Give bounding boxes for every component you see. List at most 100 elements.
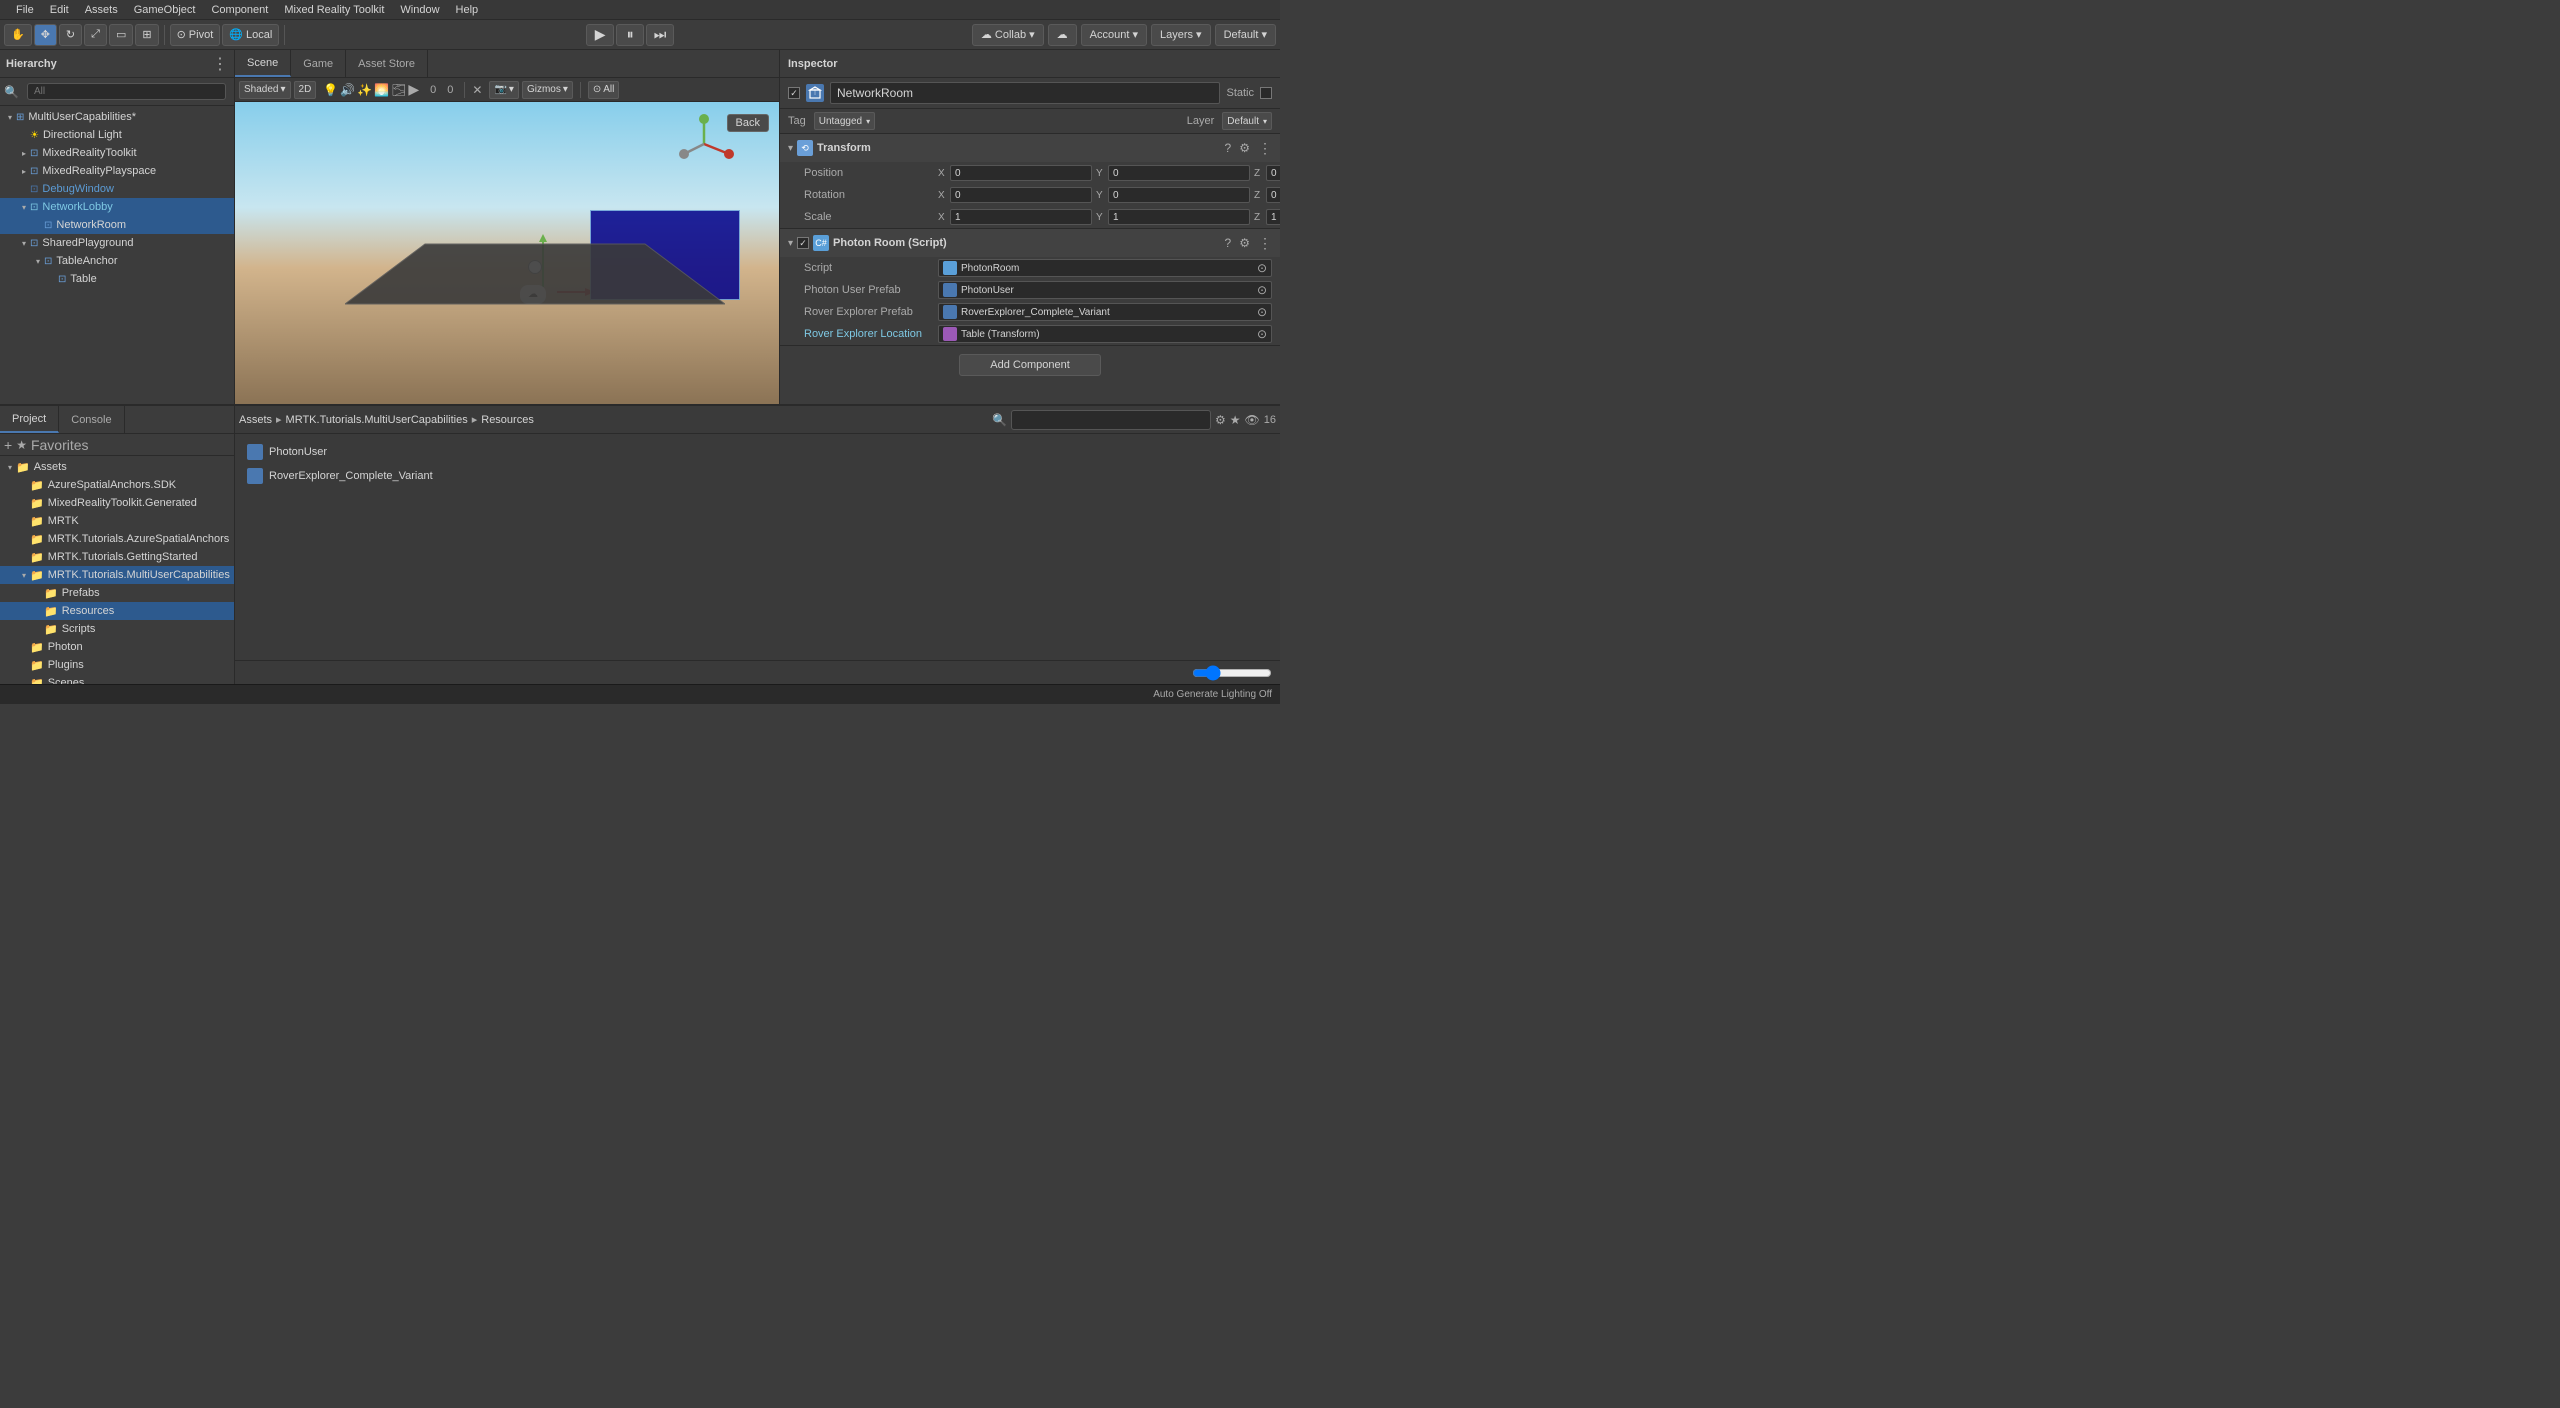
- scene-light-icon[interactable]: 💡: [323, 83, 338, 97]
- account-dropdown[interactable]: Account ▾: [1081, 24, 1147, 46]
- local-toggle[interactable]: 🌐 Local: [222, 24, 279, 46]
- tool-transform[interactable]: ⊞: [135, 24, 158, 46]
- hierarchy-item-networkroom[interactable]: ⊡ NetworkRoom: [0, 216, 234, 234]
- mrtk-item[interactable]: 📁 MRTK: [0, 512, 234, 530]
- assets-eye-icon[interactable]: 👁: [1245, 413, 1260, 427]
- hierarchy-search-input[interactable]: [27, 83, 226, 100]
- breadcrumb-assets[interactable]: Assets: [239, 414, 272, 426]
- gizmos-dropdown[interactable]: Gizmos: [522, 81, 573, 99]
- prefabs-item[interactable]: 📁 Prefabs: [0, 584, 234, 602]
- hierarchy-root[interactable]: ⊞ MultiUserCapabilities*: [0, 108, 234, 126]
- scene-anim-icon[interactable]: ▶: [408, 81, 419, 98]
- transform-help[interactable]: ?: [1225, 141, 1232, 155]
- shading-dropdown[interactable]: Shaded: [239, 81, 291, 99]
- plugins-item[interactable]: 📁 Plugins: [0, 656, 234, 674]
- back-button[interactable]: Back: [727, 114, 769, 132]
- hierarchy-item-playspace[interactable]: ⊡ MixedRealityPlayspace: [0, 162, 234, 180]
- scene-viewport[interactable]: Y Back: [235, 102, 779, 404]
- asset-rover-explorer[interactable]: RoverExplorer_Complete_Variant: [243, 466, 1272, 486]
- photon-help[interactable]: ?: [1225, 236, 1232, 250]
- tool-rotate[interactable]: ↻: [59, 24, 82, 46]
- hierarchy-menu-icon[interactable]: ⋮: [212, 54, 228, 74]
- rover-prefab-field[interactable]: RoverExplorer_Complete_Variant ⊙: [938, 303, 1272, 321]
- script-field[interactable]: PhotonRoom ⊙: [938, 259, 1272, 277]
- collab-button[interactable]: ☁ Collab ▾: [972, 24, 1044, 46]
- layers-dropdown[interactable]: Layers ▾: [1151, 24, 1211, 46]
- menu-gameobject[interactable]: GameObject: [126, 4, 204, 16]
- photon-user-select-btn[interactable]: ⊙: [1257, 283, 1267, 297]
- scene-skybox-icon[interactable]: 🌅: [374, 83, 389, 97]
- rover-location-select-btn[interactable]: ⊙: [1257, 327, 1267, 341]
- rover-prefab-select-btn[interactable]: ⊙: [1257, 305, 1267, 319]
- cloud-button[interactable]: ☁: [1048, 24, 1077, 46]
- layer-dropdown[interactable]: Default: [1222, 112, 1272, 130]
- pivot-toggle[interactable]: ⊙ Pivot: [170, 24, 221, 46]
- scene-fx-icon[interactable]: ✨: [357, 83, 372, 97]
- hierarchy-item-directional-light[interactable]: ☀ Directional Light: [0, 126, 234, 144]
- hierarchy-item-networklobby[interactable]: ⊡ NetworkLobby: [0, 198, 234, 216]
- tab-game[interactable]: Game: [291, 50, 346, 77]
- static-checkbox[interactable]: [1260, 87, 1272, 99]
- step-button[interactable]: ⏭: [646, 24, 674, 46]
- hierarchy-item-tableanchor[interactable]: ⊡ TableAnchor: [0, 252, 234, 270]
- rot-z-input[interactable]: [1266, 187, 1280, 203]
- mrtk-getting-started-item[interactable]: 📁 MRTK.Tutorials.GettingStarted: [0, 548, 234, 566]
- menu-component[interactable]: Component: [203, 4, 276, 16]
- mrtk-generated-item[interactable]: 📁 MixedRealityToolkit.Generated: [0, 494, 234, 512]
- photon-settings[interactable]: ⚙: [1239, 236, 1250, 250]
- photon-menu[interactable]: ⋮: [1258, 235, 1272, 252]
- tab-asset-store[interactable]: Asset Store: [346, 50, 428, 77]
- asset-photon-user[interactable]: PhotonUser: [243, 442, 1272, 462]
- scene-fog-icon[interactable]: 🌫: [391, 83, 406, 97]
- tool-hand[interactable]: ✋: [4, 24, 32, 46]
- object-enabled-checkbox[interactable]: [788, 87, 800, 99]
- transform-header[interactable]: ⟲ Transform ? ⚙ ⋮: [780, 134, 1280, 162]
- scale-z-input[interactable]: [1266, 209, 1280, 225]
- object-name-input[interactable]: [830, 82, 1220, 104]
- menu-help[interactable]: Help: [448, 4, 487, 16]
- scale-y-input[interactable]: [1108, 209, 1250, 225]
- menu-file[interactable]: File: [8, 4, 42, 16]
- photon-room-header[interactable]: C# Photon Room (Script) ? ⚙ ⋮: [780, 229, 1280, 257]
- all-dropdown[interactable]: ⊙ All: [588, 81, 620, 99]
- assets-root[interactable]: 📁 Assets: [0, 458, 234, 476]
- camera-dropdown[interactable]: 📷: [489, 81, 518, 99]
- tool-move[interactable]: ✥: [34, 24, 57, 46]
- rot-x-input[interactable]: [950, 187, 1092, 203]
- photon-user-prefab-field[interactable]: PhotonUser ⊙: [938, 281, 1272, 299]
- add-component-button[interactable]: Add Component: [959, 354, 1101, 376]
- breadcrumb-mrtk[interactable]: MRTK.Tutorials.MultiUserCapabilities: [286, 414, 468, 426]
- mrtk-multiuser-item[interactable]: 📁 MRTK.Tutorials.MultiUserCapabilities: [0, 566, 234, 584]
- photon-item[interactable]: 📁 Photon: [0, 638, 234, 656]
- assets-settings-icon[interactable]: ⚙: [1215, 413, 1226, 427]
- assets-star-icon[interactable]: ★: [1230, 413, 1241, 427]
- pos-x-input[interactable]: [950, 165, 1092, 181]
- scripts-item[interactable]: 📁 Scripts: [0, 620, 234, 638]
- rot-y-input[interactable]: [1108, 187, 1250, 203]
- tab-scene[interactable]: Scene: [235, 50, 291, 77]
- scene-audio-icon[interactable]: 🔊: [340, 83, 355, 97]
- transform-menu[interactable]: ⋮: [1258, 140, 1272, 157]
- assets-search-input[interactable]: [1011, 410, 1211, 430]
- tool-rect[interactable]: ▭: [109, 24, 133, 46]
- search-icon-assets[interactable]: 🔍: [992, 413, 1007, 427]
- hierarchy-item-sharedplayground[interactable]: ⊡ SharedPlayground: [0, 234, 234, 252]
- favorites-star[interactable]: ★: [16, 438, 27, 452]
- add-folder-btn[interactable]: +: [4, 437, 12, 453]
- script-select-btn[interactable]: ⊙: [1257, 261, 1267, 275]
- menu-assets[interactable]: Assets: [77, 4, 126, 16]
- 2d-toggle[interactable]: 2D: [294, 81, 317, 99]
- hierarchy-item-debugwindow[interactable]: ⊡ DebugWindow: [0, 180, 234, 198]
- pause-button[interactable]: ⏸: [616, 24, 644, 46]
- tab-project[interactable]: Project: [0, 406, 59, 433]
- tag-dropdown[interactable]: Untagged: [814, 112, 875, 130]
- photon-enabled-cb[interactable]: [797, 237, 809, 249]
- layout-dropdown[interactable]: Default ▾: [1215, 24, 1276, 46]
- scene-cancel-icon[interactable]: ✕: [472, 83, 482, 97]
- hierarchy-item-table[interactable]: ⊡ Table: [0, 270, 234, 288]
- rover-location-field[interactable]: Table (Transform) ⊙: [938, 325, 1272, 343]
- mrtk-azure-item[interactable]: 📁 MRTK.Tutorials.AzureSpatialAnchors: [0, 530, 234, 548]
- assets-zoom-slider[interactable]: [1192, 665, 1272, 681]
- scenes-item[interactable]: 📁 Scenes: [0, 674, 234, 684]
- play-button[interactable]: ▶: [586, 24, 614, 46]
